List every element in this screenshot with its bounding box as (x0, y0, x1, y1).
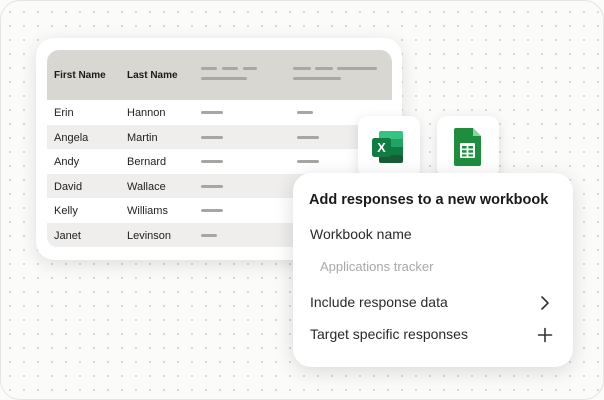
cell-first-name: Andy (54, 156, 80, 168)
plus-icon[interactable] (537, 327, 553, 343)
cell-last-name: Williams (127, 205, 168, 217)
placeholder-header-bar (222, 67, 238, 70)
cell-last-name: Wallace (127, 180, 166, 193)
placeholder-header-bar (293, 77, 341, 80)
workbook-name-label: Workbook name (310, 226, 412, 242)
cell-first-name: David (54, 180, 83, 193)
placeholder-cell-bar (201, 135, 223, 139)
cell-first-name: Erin (54, 107, 74, 119)
include-response-data-label: Include response data (310, 294, 448, 310)
placeholder-cell-bar (201, 209, 223, 212)
excel-tile[interactable]: X (358, 116, 420, 178)
table-row: Angela Martin (47, 124, 392, 149)
cell-first-name: Kelly (54, 205, 78, 217)
panel-title: Add responses to a new workbook (309, 192, 549, 208)
placeholder-header-bar (201, 67, 217, 70)
table-header: First Name Last Name (47, 50, 392, 100)
placeholder-header-bar (315, 67, 333, 70)
cell-last-name: Hannon (127, 107, 166, 119)
excel-icon-letter: X (377, 140, 386, 155)
workbook-name-input[interactable]: Applications tracker (320, 259, 433, 274)
cell-first-name: Angela (54, 131, 89, 144)
cell-last-name: Martin (127, 131, 158, 144)
cell-last-name: Bernard (127, 156, 167, 168)
placeholder-cell-bar (201, 111, 223, 114)
column-header-first-name: First Name (54, 70, 106, 81)
placeholder-cell-bar (201, 184, 223, 188)
excel-icon: X (372, 131, 403, 163)
placeholder-cell-bar (201, 233, 217, 237)
google-sheets-icon (454, 128, 481, 166)
table-row: Erin Hannon (47, 100, 392, 125)
chevron-right-icon[interactable] (537, 295, 553, 311)
cell-first-name: Janet (54, 229, 81, 242)
target-specific-responses-label: Target specific responses (310, 326, 468, 342)
placeholder-cell-bar (297, 135, 319, 139)
placeholder-header-bar (243, 67, 257, 70)
placeholder-cell-bar (297, 160, 319, 163)
placeholder-header-bar (337, 67, 377, 70)
placeholder-cell-bar (297, 111, 313, 114)
placeholder-cell-bar (201, 160, 223, 163)
placeholder-header-bar (201, 77, 247, 80)
add-responses-panel: Add responses to a new workbook Workbook… (293, 173, 573, 367)
google-sheets-tile[interactable] (437, 116, 499, 178)
placeholder-header-bar (293, 67, 311, 70)
column-header-last-name: Last Name (127, 70, 178, 81)
cell-last-name: Levinson (127, 229, 172, 242)
table-row: Andy Bernard (47, 149, 392, 174)
